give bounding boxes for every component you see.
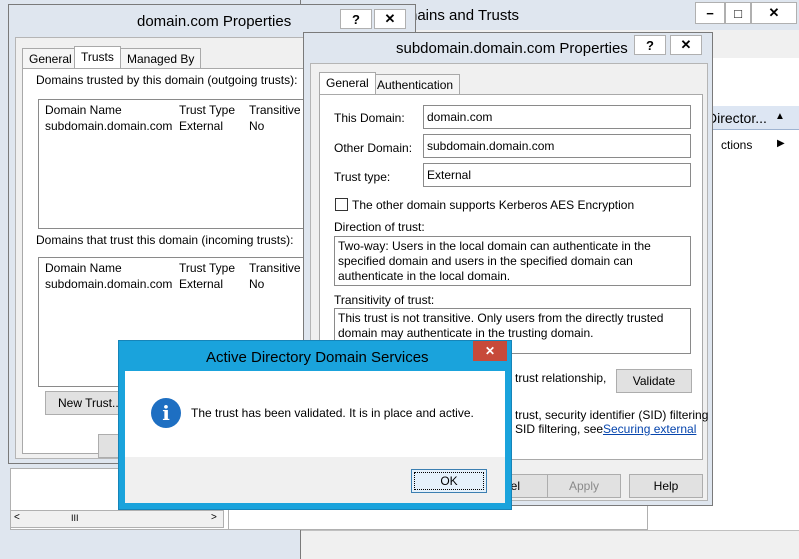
- cell-domain: subdomain.domain.com: [45, 119, 173, 133]
- transitivity-label: Transitivity of trust:: [334, 293, 435, 307]
- scroll-right-icon[interactable]: >: [211, 512, 217, 523]
- sid-filtering-text-2: SID filtering, see: [515, 422, 604, 436]
- domain-properties-title: domain.com Properties: [137, 13, 292, 30]
- bg-close-button[interactable]: ✕: [751, 2, 797, 24]
- tab-label: Authentication: [377, 78, 454, 92]
- tab-label: General: [29, 52, 72, 66]
- cell-transitive: No: [249, 277, 265, 291]
- status-bar: [301, 530, 799, 559]
- trust-type-label: Trust type:: [334, 170, 391, 184]
- direction-textbox: Two-way: Users in the local domain can a…: [334, 236, 691, 286]
- kerberos-checkbox[interactable]: [335, 198, 348, 211]
- close-icon: ✕: [768, 5, 780, 20]
- this-domain-field: domain.com: [423, 105, 691, 129]
- validate-description: trust relationship,: [515, 371, 607, 385]
- dialog-message: The trust has been validated. It is in p…: [191, 406, 474, 420]
- horizontal-scrollbar[interactable]: < III >: [10, 510, 224, 528]
- minimize-button[interactable]: −: [695, 2, 725, 24]
- info-icon: i: [151, 398, 181, 428]
- trust-type-field: External: [423, 163, 691, 187]
- domain-help-button[interactable]: ?: [340, 9, 372, 29]
- minimize-icon: −: [706, 5, 714, 21]
- tab-managed-by[interactable]: Managed By: [120, 48, 202, 68]
- dialog-close-button[interactable]: ✕: [473, 341, 507, 361]
- submenu-arrow-icon: ▶: [777, 138, 785, 149]
- help-icon: ?: [352, 11, 360, 27]
- cell-transitive: No: [249, 119, 265, 133]
- tab-label: General: [326, 76, 369, 90]
- this-domain-label: This Domain:: [334, 111, 405, 125]
- apply-label: Apply: [568, 479, 600, 493]
- dialog-ok-button[interactable]: OK: [411, 469, 487, 493]
- collapse-icon: ▲: [775, 111, 785, 122]
- scroll-thumb[interactable]: III: [71, 513, 79, 523]
- close-icon: ✕: [484, 344, 496, 358]
- bg-window-title: nains and Trusts: [409, 7, 520, 24]
- cell-type: External: [179, 119, 224, 133]
- tab-label: Trusts: [81, 50, 114, 64]
- validate-button[interactable]: Validate: [616, 369, 692, 393]
- close-icon: ✕: [680, 37, 692, 52]
- tab-general[interactable]: General: [319, 72, 376, 94]
- validate-label: Validate: [632, 374, 676, 388]
- help-icon: ?: [646, 37, 654, 53]
- scroll-left-icon[interactable]: <: [14, 512, 20, 523]
- subdomain-help-button[interactable]: ?: [634, 35, 666, 55]
- dialog-body: i The trust has been validated. It is in…: [125, 371, 505, 457]
- apply-button[interactable]: Apply: [547, 474, 621, 498]
- cancel-label: el: [510, 479, 520, 493]
- tab-trusts[interactable]: Trusts: [74, 46, 121, 68]
- domain-close-button[interactable]: ✕: [374, 9, 406, 29]
- column-header[interactable]: Transitive: [249, 103, 301, 117]
- column-header[interactable]: Transitive: [249, 261, 301, 275]
- sid-filtering-text: trust, security identifier (SID) filteri…: [515, 408, 709, 422]
- direction-label: Direction of trust:: [334, 220, 425, 234]
- incoming-label: Domains that trust this domain (incoming…: [36, 233, 294, 247]
- help-label: Help: [653, 479, 679, 493]
- help-button[interactable]: Help: [629, 474, 703, 498]
- actions-header-label: Director...: [707, 110, 767, 126]
- cell-type: External: [179, 277, 224, 291]
- securing-external-link[interactable]: Securing external: [603, 422, 696, 436]
- maximize-button[interactable]: □: [725, 2, 751, 24]
- column-header[interactable]: Trust Type: [179, 261, 235, 275]
- tab-general[interactable]: General: [22, 48, 79, 68]
- other-domain-label: Other Domain:: [334, 141, 413, 155]
- maximize-icon: □: [734, 5, 742, 21]
- close-icon: ✕: [384, 11, 396, 26]
- tab-label: Managed By: [127, 52, 195, 66]
- outgoing-label: Domains trusted by this domain (outgoing…: [36, 73, 298, 87]
- subdomain-close-button[interactable]: ✕: [670, 35, 702, 55]
- column-header[interactable]: Domain Name: [45, 261, 122, 275]
- kerberos-label: The other domain supports Kerberos AES E…: [352, 198, 635, 212]
- ad-dialog: Active Directory Domain Services ✕ i The…: [118, 340, 512, 510]
- dialog-title: Active Directory Domain Services: [206, 349, 429, 366]
- ok-label: OK: [440, 474, 458, 488]
- new-trust-label: New Trust...: [57, 396, 122, 410]
- info-glyph: i: [162, 401, 170, 425]
- tab-authentication[interactable]: Authentication: [370, 74, 461, 94]
- subdomain-properties-title: subdomain.domain.com Properties: [396, 40, 628, 57]
- column-header[interactable]: Domain Name: [45, 103, 122, 117]
- column-header[interactable]: Trust Type: [179, 103, 235, 117]
- other-domain-field: subdomain.domain.com: [423, 134, 691, 158]
- cell-domain: subdomain.domain.com: [45, 277, 173, 291]
- actions-item[interactable]: ctions: [721, 138, 752, 152]
